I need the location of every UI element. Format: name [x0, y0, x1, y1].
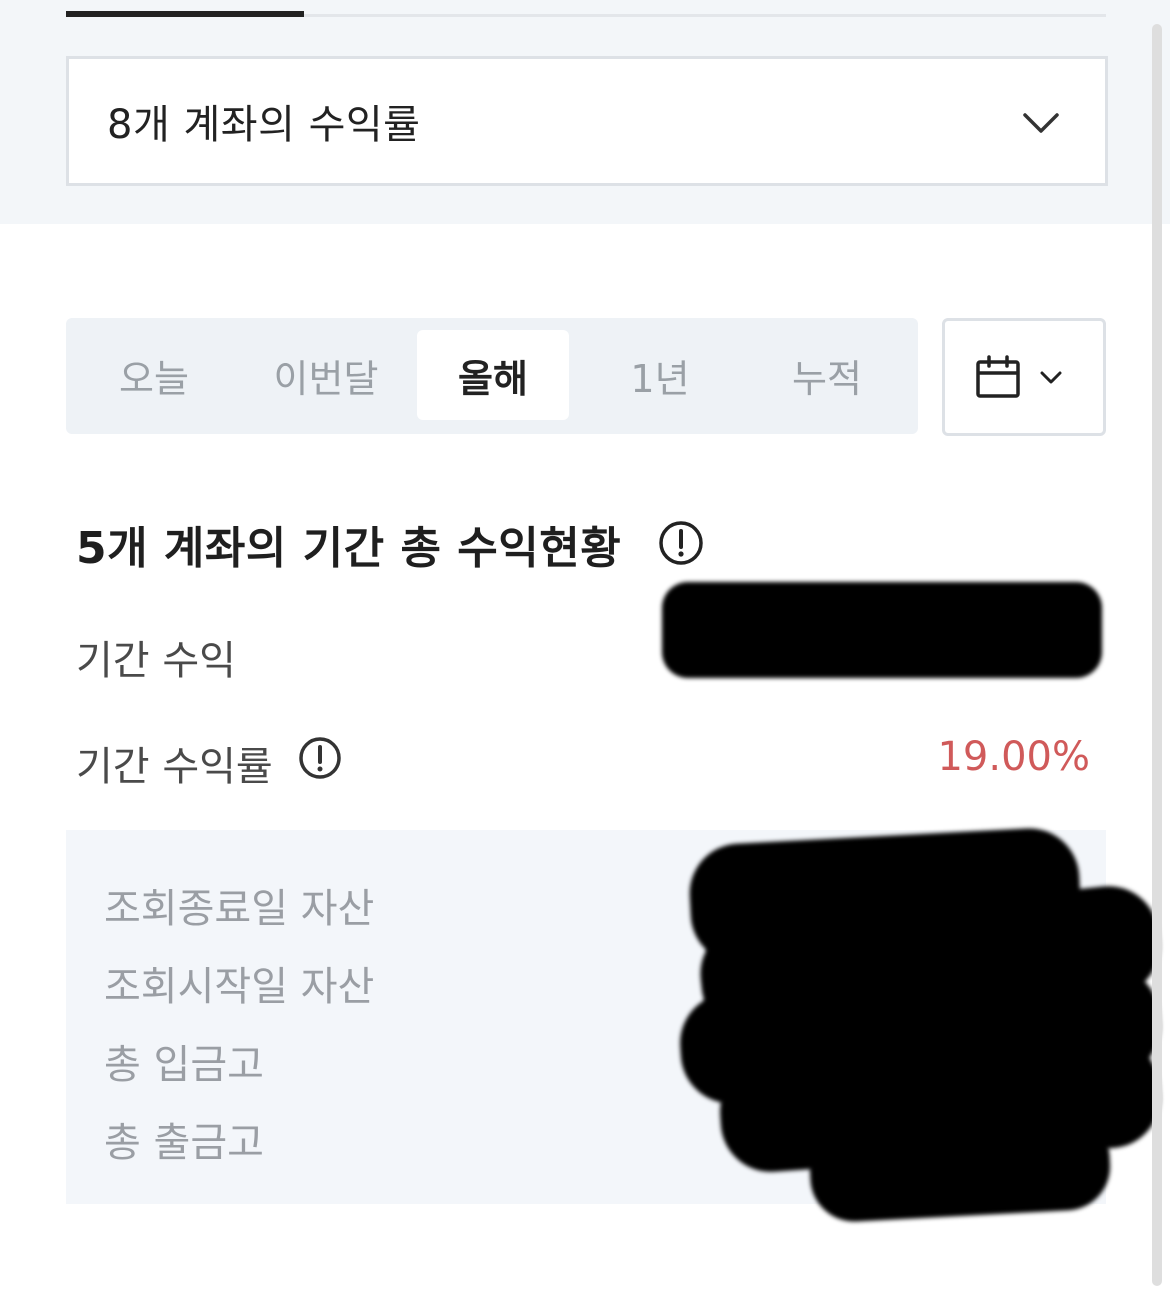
- period-tab-this-year[interactable]: 올해: [417, 330, 569, 420]
- summary-title: 5개 계좌의 기간 총 수익현황: [76, 523, 622, 574]
- period-rate-label: 기간 수익률: [76, 744, 273, 790]
- end-asset-label: 조회종료일 자산: [104, 886, 375, 932]
- period-tab-cumulative[interactable]: 누적: [751, 330, 903, 420]
- scrollbar[interactable]: [1152, 24, 1162, 1286]
- redacted-period-profit: [662, 582, 1102, 678]
- info-icon[interactable]: [658, 520, 704, 566]
- info-icon[interactable]: [298, 736, 342, 780]
- chevron-down-icon: [1040, 371, 1062, 384]
- calendar-button[interactable]: [942, 318, 1106, 436]
- account-select-dropdown[interactable]: 8개 계좌의 수익률: [66, 56, 1108, 186]
- period-tab-one-year[interactable]: 1년: [584, 330, 736, 420]
- total-deposit-label: 총 입금고: [104, 1042, 264, 1088]
- redacted-total-withdraw-tail: [807, 1112, 1113, 1224]
- start-asset-label: 조회시작일 자산: [104, 964, 375, 1010]
- total-withdraw-label: 총 출금고: [104, 1120, 264, 1166]
- calendar-icon: [976, 355, 1020, 398]
- period-profit-label: 기간 수익: [76, 638, 236, 684]
- chevron-down-icon: [1023, 113, 1059, 133]
- account-select-label: 8개 계좌의 수익률: [107, 102, 421, 148]
- period-tab-this-month[interactable]: 이번달: [250, 330, 402, 420]
- period-rate-value: 19.00%: [937, 734, 1090, 780]
- period-tab-bar: 오늘 이번달 올해 1년 누적: [66, 318, 918, 434]
- tab-underline-active[interactable]: [66, 11, 304, 17]
- period-tab-today[interactable]: 오늘: [78, 330, 230, 420]
